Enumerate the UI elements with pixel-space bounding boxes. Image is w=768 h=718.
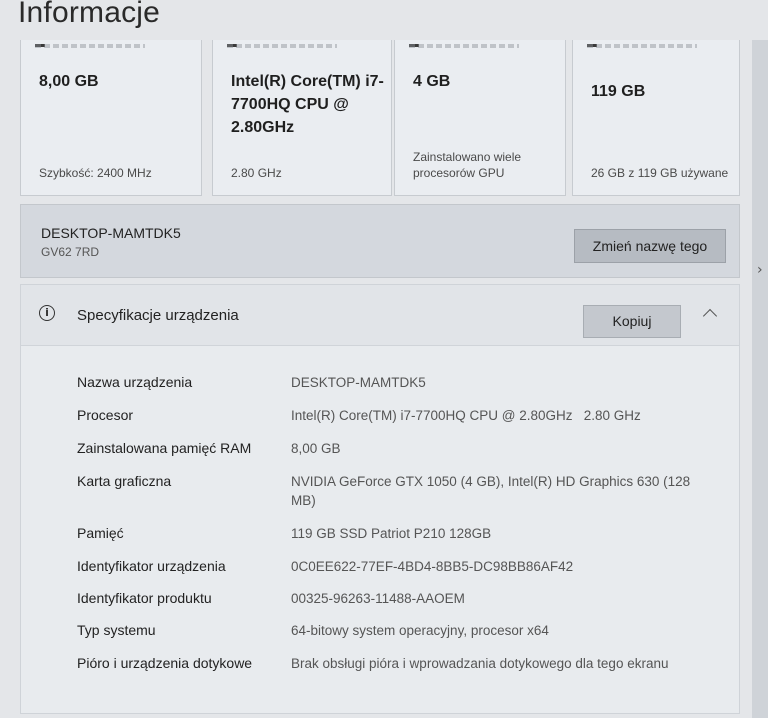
- card-header-decoration: [587, 44, 697, 48]
- spec-value: 8,00 GB: [291, 441, 341, 456]
- spec-value: Intel(R) Core(TM) i7-7700HQ CPU @ 2.80GH…: [291, 408, 641, 423]
- rename-pc-button[interactable]: Zmień nazwę tego: [574, 229, 726, 263]
- card-header-decoration: [409, 44, 519, 48]
- memory-speed: Szybkość: 2400 MHz: [39, 166, 152, 180]
- page-title: Informacje: [18, 0, 161, 29]
- spec-label: Nazwa urządzenia: [77, 374, 193, 390]
- spec-value: 119 GB SSD Patriot P210 128GB: [291, 526, 492, 541]
- spec-label: Karta graficzna: [77, 473, 172, 489]
- spec-row: Zainstalowana pamięć RAM 8,00 GB: [77, 439, 717, 472]
- spec-row: Pamięć 119 GB SSD Patriot P210 128GB: [77, 524, 717, 557]
- spec-value: DESKTOP-MAMTDK5: [291, 375, 426, 390]
- spec-value: 0C0EE622-77EF-4BD4-8BB5-DC98BB86AF42: [291, 559, 574, 574]
- spec-row: Identyfikator produktu 00325-96263-11488…: [77, 589, 717, 621]
- chevron-up-icon[interactable]: [702, 308, 718, 324]
- processor-speed: 2.80 GHz: [231, 166, 282, 180]
- storage-card: 119 GB 26 GB z 119 GB używane: [572, 40, 740, 196]
- info-icon: i: [39, 305, 55, 321]
- spec-value: Brak obsługi pióra i wprowadzania dotyko…: [291, 656, 669, 671]
- spec-row: Nazwa urządzenia DESKTOP-MAMTDK5: [77, 373, 717, 406]
- spec-value: 00325-96263-11488-AAOEM: [291, 591, 465, 606]
- spec-row: Procesor Intel(R) Core(TM) i7-7700HQ CPU…: [77, 406, 717, 439]
- window-edge: [752, 40, 768, 718]
- processor-card: Intel(R) Core(TM) i7-7700HQ CPU @ 2.80GH…: [212, 40, 392, 196]
- spec-label: Pióro i urządzenia dotykowe: [77, 655, 253, 671]
- device-specifications-section: i Specyfikacje urządzenia Kopiuj Nazwa u…: [20, 284, 740, 714]
- gpu-note: Zainstalowano wiele procesorów GPU: [413, 150, 522, 180]
- processor-value: Intel(R) Core(TM) i7-7700HQ CPU @ 2.80GH…: [231, 73, 384, 136]
- card-header-decoration: [35, 44, 145, 48]
- gpu-card: 4 GB Zainstalowano wiele procesorów GPU: [394, 40, 566, 196]
- spec-row: Karta graficzna NVIDIA GeForce GTX 1050 …: [77, 472, 717, 524]
- device-name-bar: DESKTOP-MAMTDK5 GV62 7RD Zmień nazwę teg…: [20, 204, 740, 278]
- spec-label: Identyfikator urządzenia: [77, 558, 226, 574]
- gpu-memory-value: 4 GB: [413, 73, 451, 90]
- spec-row: Typ systemu 64-bitowy system operacyjny,…: [77, 621, 717, 654]
- spec-value: 64-bitowy system operacyjny, procesor x6…: [291, 623, 549, 638]
- copy-button[interactable]: Kopiuj: [583, 305, 681, 338]
- spec-label: Identyfikator produktu: [77, 590, 212, 606]
- memory-card: 8,00 GB Szybkość: 2400 MHz: [20, 40, 202, 196]
- spec-value: NVIDIA GeForce GTX 1050 (4 GB), Intel(R)…: [291, 474, 691, 508]
- device-name: DESKTOP-MAMTDK5: [41, 225, 181, 241]
- spec-section-header[interactable]: i Specyfikacje urządzenia Kopiuj: [21, 285, 739, 346]
- resize-arrow-icon: ›: [757, 262, 763, 278]
- device-model: GV62 7RD: [41, 245, 100, 259]
- spec-section-title: Specyfikacje urządzenia: [77, 307, 239, 324]
- spec-label: Zainstalowana pamięć RAM: [77, 440, 252, 456]
- storage-usage: 26 GB z 119 GB używane: [591, 166, 729, 180]
- spec-label: Typ systemu: [77, 622, 156, 638]
- spec-row: Pióro i urządzenia dotykowe Brak obsługi…: [77, 654, 717, 698]
- storage-value: 119 GB: [591, 83, 646, 100]
- spec-label: Pamięć: [77, 525, 124, 541]
- spec-list: Nazwa urządzenia DESKTOP-MAMTDK5 Proceso…: [77, 373, 717, 698]
- card-header-decoration: [227, 44, 337, 48]
- summary-cards: 8,00 GB Szybkość: 2400 MHz Intel(R) Core…: [20, 40, 740, 200]
- spec-label: Procesor: [77, 407, 134, 423]
- memory-value: 8,00 GB: [39, 73, 99, 90]
- spec-row: Identyfikator urządzenia 0C0EE622-77EF-4…: [77, 557, 717, 589]
